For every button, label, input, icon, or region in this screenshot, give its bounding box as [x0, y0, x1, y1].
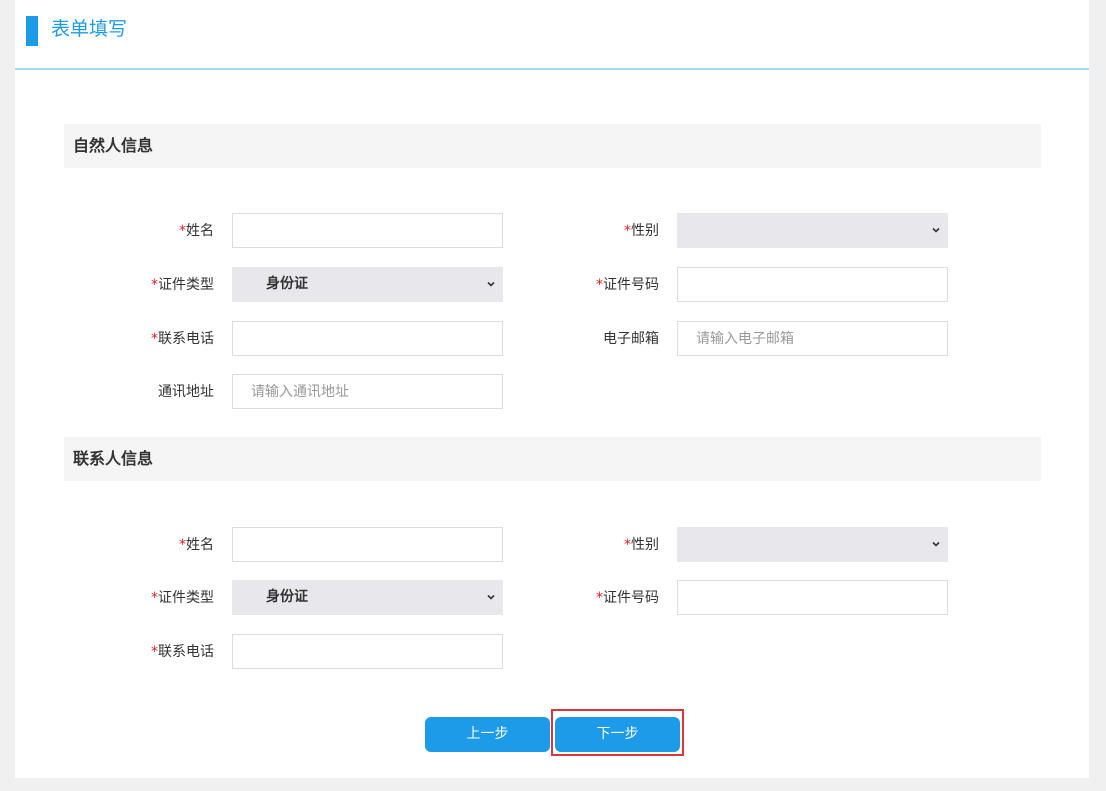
section-title: 自然人信息 [73, 136, 154, 155]
label-address: 通讯地址 [158, 384, 214, 400]
required-mark: * [151, 590, 158, 606]
required-mark: * [624, 223, 631, 239]
gender-select[interactable] [677, 213, 948, 248]
label-contact-id-number: *证件号码 [596, 590, 659, 606]
next-step-highlight-box [551, 709, 684, 756]
required-mark: * [179, 223, 186, 239]
label-contact-phone: *联系电话 [151, 644, 214, 660]
label-id-type: *证件类型 [151, 277, 214, 293]
required-mark: * [624, 537, 631, 553]
page-title: 表单填写 [51, 18, 128, 40]
label-contact-gender: *性别 [624, 537, 659, 553]
contact-phone-input[interactable] [232, 634, 503, 669]
required-mark: * [596, 590, 603, 606]
label-name: *姓名 [179, 223, 214, 239]
label-id-number: *证件号码 [596, 277, 659, 293]
chevron-down-icon [932, 541, 940, 547]
section-natural-person: 自然人信息 [64, 124, 1041, 168]
id-number-input[interactable] [677, 267, 948, 302]
page-header: 表单填写 [15, 0, 1089, 70]
prev-step-button[interactable]: 上一步 [425, 717, 550, 752]
required-mark: * [596, 277, 603, 293]
contact-id-type-select[interactable]: 身份证 [232, 580, 503, 615]
section-contact-person: 联系人信息 [64, 437, 1041, 481]
label-gender: *性别 [624, 223, 659, 239]
section-title: 联系人信息 [73, 449, 154, 468]
email-input[interactable] [677, 321, 948, 356]
required-mark: * [179, 537, 186, 553]
required-mark: * [151, 644, 158, 660]
contact-id-type-value: 身份证 [266, 589, 308, 605]
address-input[interactable] [232, 374, 503, 409]
required-mark: * [151, 277, 158, 293]
contact-id-number-input[interactable] [677, 580, 948, 615]
id-type-value: 身份证 [266, 276, 308, 292]
header-accent-bar [26, 16, 38, 46]
label-contact-id-type: *证件类型 [151, 590, 214, 606]
contact-name-input[interactable] [232, 527, 503, 562]
name-input[interactable] [232, 213, 503, 248]
phone-input[interactable] [232, 321, 503, 356]
id-type-select[interactable]: 身份证 [232, 267, 503, 302]
chevron-down-icon [932, 227, 940, 233]
label-email: 电子邮箱 [603, 331, 659, 347]
contact-gender-select[interactable] [677, 527, 948, 562]
label-contact-name: *姓名 [179, 537, 214, 553]
label-phone: *联系电话 [151, 331, 214, 347]
required-mark: * [151, 331, 158, 347]
form-panel: 表单填写 自然人信息 *姓名 *性别 *证件类型 身份证 *证件号码 *联系电话… [15, 0, 1089, 778]
